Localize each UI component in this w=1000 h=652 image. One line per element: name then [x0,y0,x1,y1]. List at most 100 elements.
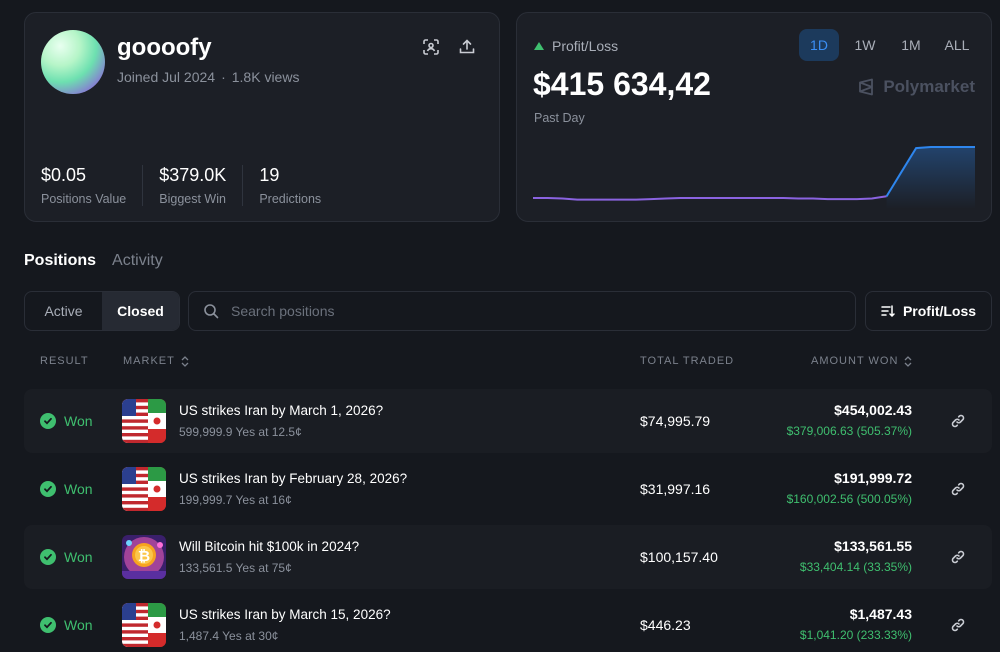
status-toggle: Active Closed [24,291,180,331]
link-icon[interactable] [948,411,968,431]
market-title[interactable]: US strikes Iran by February 28, 2026? [179,471,407,486]
market-position: 133,561.5 Yes at 75¢ [179,561,292,575]
avatar[interactable] [41,30,105,94]
result-label: Won [64,549,93,565]
profit-loss-card: Profit/Loss $415 634,42 Past Day 1D 1W 1… [516,12,992,222]
market-title[interactable]: US strikes Iran by March 1, 2026? [179,403,383,418]
svg-text:₿: ₿ [138,547,150,565]
stat-predictions: 19 Predictions [259,165,337,206]
check-circle-icon [40,413,56,429]
result-cell: Won [40,525,93,589]
check-circle-icon [40,549,56,565]
amount-won: $191,999.72 [834,470,912,486]
amount-won: $133,561.55 [834,538,912,554]
total-traded: $446.23 [640,617,691,633]
header-market-label: MARKET [123,355,175,367]
tab-positions[interactable]: Positions [24,252,96,270]
sort-icon [881,305,895,318]
result-label: Won [64,617,93,633]
market-title[interactable]: US strikes Iran by March 15, 2026? [179,607,391,622]
stat-label: Predictions [259,192,322,206]
stat-value: 19 [259,165,280,185]
stat-label: Positions Value [41,192,127,206]
us-iran-flags-icon [122,467,166,511]
tab-bar: Positions Activity [24,252,163,270]
search-icon [204,304,219,319]
filter-closed-button[interactable]: Closed [102,292,179,330]
market-position: 599,999.9 Yes at 12.5¢ [179,425,302,439]
stat-value: $379.0K [159,165,227,185]
profit-amount: $160,002.56 (500.05%) [786,492,912,506]
sort-arrows-icon [904,355,912,367]
joined-date: Joined Jul 2024 [117,69,216,85]
result-cell: Won [40,457,93,521]
sort-arrows-icon [181,355,189,367]
profile-meta: Joined Jul 2024 · 1.8K views [117,69,299,85]
search-input[interactable] [231,303,831,319]
profit-loss-value: $415 634,42 [533,66,711,102]
table-row[interactable]: Won US strikes Iran by March 15, 2026? 1… [24,593,992,652]
header-result: RESULT [40,355,89,367]
chart-line-before [533,195,887,201]
us-iran-flags-icon [122,399,166,443]
total-traded: $74,995.79 [640,413,711,429]
brand-watermark: Polymarket [857,77,975,97]
total-traded: $31,997.16 [640,481,711,497]
profit-amount: $1,041.20 (233.33%) [799,628,912,642]
profit-amount: $33,404.14 (33.35%) [799,560,912,574]
sort-label: Profit/Loss [902,303,977,319]
meta-separator: · [221,69,226,85]
check-circle-icon [40,481,56,497]
profit-amount: $379,006.63 (505.37%) [786,424,912,438]
filter-active-button[interactable]: Active [25,292,102,330]
range-all-button[interactable]: ALL [937,29,977,61]
result-label: Won [64,413,93,429]
link-icon[interactable] [948,615,968,635]
total-traded: $100,157.40 [640,549,718,565]
up-triangle-icon [534,42,544,50]
chart-area [886,147,975,209]
market-title[interactable]: Will Bitcoin hit $100k in 2024? [179,539,359,554]
profit-loss-title: Profit/Loss [552,38,619,54]
header-amount-won[interactable]: AMOUNT WON [811,355,912,367]
scan-icon[interactable] [421,37,441,57]
range-1m-button[interactable]: 1M [891,29,931,61]
amount-won-cell: $191,999.72 $160,002.56 (500.05%) [787,470,912,506]
header-amount-won-label: AMOUNT WON [811,355,899,367]
profile-card: goooofy Joined Jul 2024 · 1.8K views $0.05… [24,12,500,222]
share-icon[interactable] [457,37,477,57]
stat-positions-value: $0.05 Positions Value [41,165,144,206]
profile-stats: $0.05 Positions Value $379.0K Biggest Wi… [41,165,353,206]
link-icon[interactable] [948,547,968,567]
brand-name: Polymarket [883,77,975,96]
amount-won: $454,002.43 [834,402,912,418]
market-image[interactable] [122,467,166,511]
link-icon[interactable] [948,479,968,499]
stat-label: Biggest Win [159,192,226,206]
market-position: 1,487.4 Yes at 30¢ [179,629,279,643]
profit-loss-period: Past Day [534,111,585,125]
range-1w-button[interactable]: 1W [845,29,885,61]
range-1d-button[interactable]: 1D [799,29,839,61]
sort-button[interactable]: Profit/Loss [865,291,992,331]
bitcoin-art-icon: ₿ [122,535,166,579]
result-cell: Won [40,593,93,652]
range-selector: 1D 1W 1M ALL [799,29,977,61]
market-image[interactable]: ₿ [122,535,166,579]
profit-loss-label: Profit/Loss [534,38,618,54]
amount-won-cell: $133,561.55 $33,404.14 (33.35%) [800,538,912,574]
polymarket-logo-icon [859,78,874,96]
table-row[interactable]: Won ₿ Will Bitcoin hit $100k in 2024? 13… [24,525,992,589]
amount-won: $1,487.43 [849,606,912,622]
us-iran-flags-icon [122,603,166,647]
header-market[interactable]: MARKET [123,355,189,367]
market-position: 199,999.7 Yes at 16¢ [179,493,292,507]
header-total-traded: TOTAL TRADED [640,355,735,367]
market-image[interactable] [122,603,166,647]
table-row[interactable]: Won US strikes Iran by February 28, 2026… [24,457,992,521]
tab-activity[interactable]: Activity [112,252,163,270]
check-circle-icon [40,617,56,633]
market-image[interactable] [122,399,166,443]
table-row[interactable]: Won US strikes Iran by March 1, 2026? 59… [24,389,992,453]
result-label: Won [64,481,93,497]
